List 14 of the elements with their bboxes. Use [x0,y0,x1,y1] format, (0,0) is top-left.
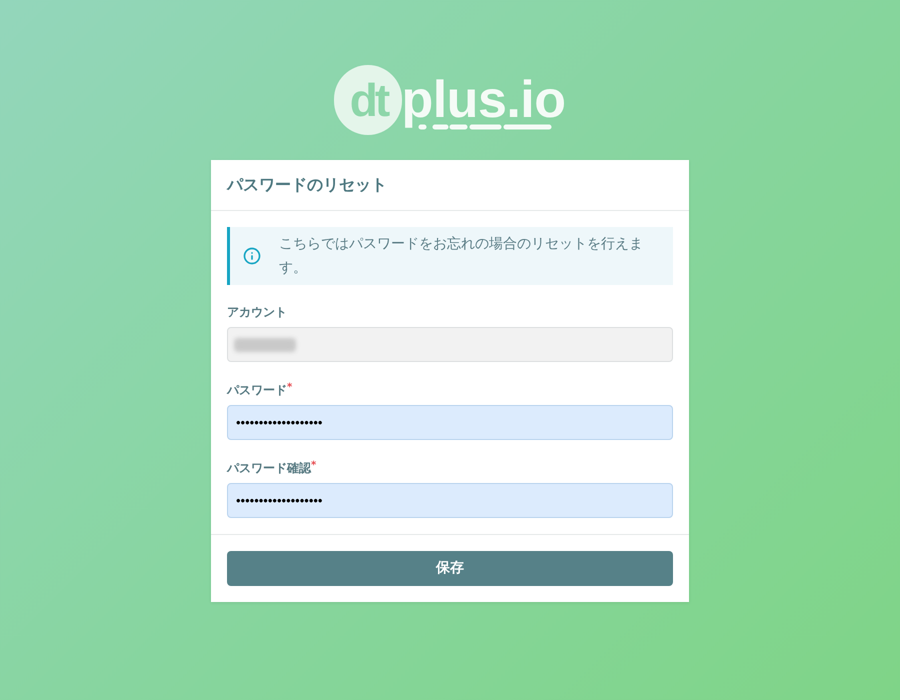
logo-text: plus.io [401,74,566,126]
field-label: パスワード [227,382,287,398]
notice-text: こちらではパスワードをお忘れの場合のリセットを行えます。 [279,235,644,278]
required-mark: * [287,382,292,394]
logo-mark: dt [334,65,402,135]
dashed-underline-icon [418,124,552,130]
password-input[interactable]: ••••••••••••••••••• [227,405,673,440]
field-label: アカウント [227,304,287,320]
info-icon [243,247,261,265]
required-mark: * [311,460,316,471]
password-input[interactable]: ••••••••••••••••••• [227,483,673,518]
field-label: パスワード確認 [227,461,311,476]
card-title: パスワードのリセット [227,174,387,196]
save-button[interactable]: 保存 [227,551,673,586]
